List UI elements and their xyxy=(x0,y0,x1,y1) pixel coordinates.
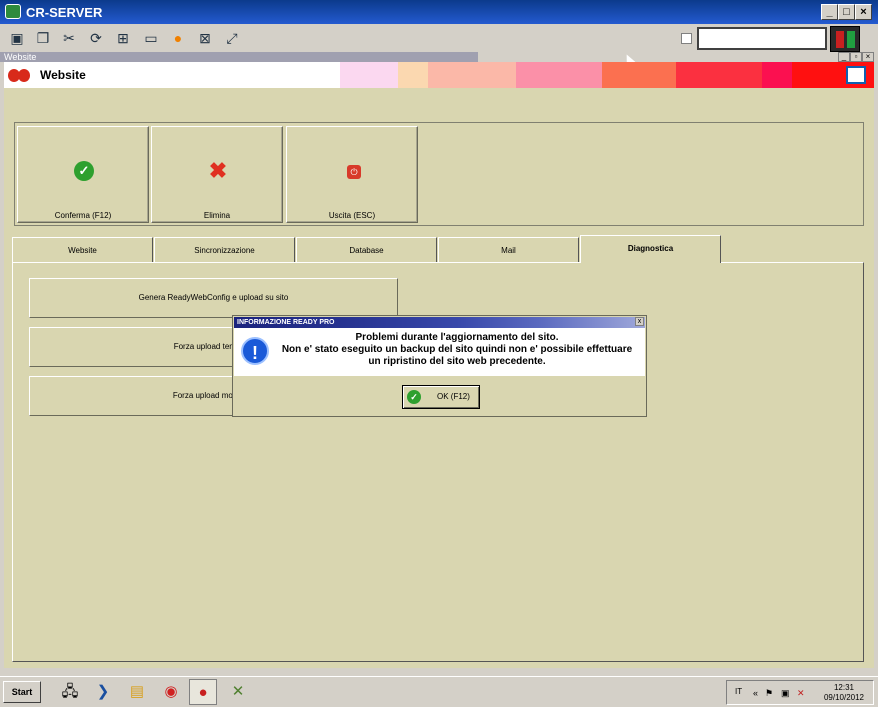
volume-muted-icon[interactable]: ✕ xyxy=(797,688,805,699)
tab-website[interactable]: Website xyxy=(12,237,153,262)
refresh-icon[interactable]: ⟳ xyxy=(85,27,107,49)
mdi-minimize-button[interactable]: _ xyxy=(838,52,850,62)
strawberry-logo-icon xyxy=(8,67,32,83)
exit-label: Uscita (ESC) xyxy=(328,211,376,220)
tools-icon[interactable]: ✂ xyxy=(58,27,80,49)
main-toolbar: ▣ ❐ ✂ ⟳ ⊞ ▭ ● ⊠ ⤢ xyxy=(0,24,878,52)
info-exclamation-icon: ! xyxy=(241,337,269,365)
window-title: CR-SERVER xyxy=(26,5,103,20)
genera-readywebconfig-button[interactable]: Genera ReadyWebConfig e upload su sito xyxy=(29,278,398,318)
mdi-strip xyxy=(0,52,878,62)
confirm-label: Conferma (F12) xyxy=(54,211,112,220)
mdi-restore-button[interactable]: ▫ xyxy=(850,52,862,62)
monitor-icon[interactable]: ▣ xyxy=(6,27,28,49)
language-indicator[interactable]: IT xyxy=(735,687,742,696)
delete-x-icon: ✖ xyxy=(208,158,228,183)
network-icon[interactable]: ▣ xyxy=(781,688,790,699)
website-header: Website xyxy=(4,62,874,88)
powershell-icon[interactable]: ❯ xyxy=(89,679,117,705)
explorer-icon[interactable]: ▤ xyxy=(123,679,151,705)
dialog-message: Problemi durante l'aggiornamento del sit… xyxy=(274,332,640,368)
strawberry-app-icon[interactable]: ● xyxy=(189,679,217,705)
taskbar: Start 🖧 ❯ ▤ ◉ ● ✕ IT « ⚑ ▣ ✕ 12:31 09/10… xyxy=(0,676,878,707)
info-dialog: INFORMAZIONE READY PRO x ! Problemi dura… xyxy=(232,315,647,417)
action-panel: ✓ Conferma (F12) ✖ Elimina ⏻ Uscita (ESC… xyxy=(14,122,864,226)
tab-mail[interactable]: Mail xyxy=(438,237,579,262)
close-button[interactable]: × xyxy=(855,4,872,20)
tray-chevron-icon[interactable]: « xyxy=(753,688,758,698)
flag-icon[interactable]: ⚑ xyxy=(765,688,773,699)
dialog-close-button[interactable]: x xyxy=(635,317,644,326)
clock-date: 09/10/2012 xyxy=(823,693,865,702)
ok-label: OK (F12) xyxy=(437,392,470,401)
dialog-body: ! Problemi durante l'aggiornamento del s… xyxy=(234,328,645,376)
network-tool-icon[interactable]: ✕ xyxy=(224,679,252,705)
dialog-message-line: Non e' stato eseguito un backup del sito… xyxy=(281,344,633,355)
network-error-icon[interactable]: ⊠ xyxy=(194,27,216,49)
windows-logo-icon[interactable]: ⊞ xyxy=(112,27,134,49)
tab-database[interactable]: Database xyxy=(296,237,437,262)
system-tray: IT « ⚑ ▣ ✕ 12:31 09/10/2012 xyxy=(726,680,874,705)
maximize-button[interactable]: □ xyxy=(838,4,855,20)
start-button[interactable]: Start xyxy=(3,681,41,703)
exit-button[interactable]: ⏻ Uscita (ESC) xyxy=(286,126,418,223)
tab-diagnostica[interactable]: Diagnostica xyxy=(580,235,721,263)
fullscreen-icon[interactable]: ⤢ xyxy=(221,27,243,49)
delete-button[interactable]: ✖ Elimina xyxy=(151,126,283,223)
delete-label: Elimina xyxy=(203,211,231,220)
dialog-ok-button[interactable]: ✓ OK (F12) xyxy=(402,385,480,409)
warning-icon[interactable]: ● xyxy=(167,27,189,49)
check-icon: ✓ xyxy=(407,390,421,404)
header-window-icon[interactable] xyxy=(846,66,866,84)
check-icon: ✓ xyxy=(74,161,94,181)
dialog-message-line: Problemi durante l'aggiornamento del sit… xyxy=(355,332,559,343)
drive-icon[interactable]: ▭ xyxy=(140,27,162,49)
dialog-message-line: un ripristino del sito web precedente. xyxy=(368,356,546,367)
clock-time: 12:31 xyxy=(833,683,855,692)
toolbar-checkbox[interactable] xyxy=(681,33,692,44)
session-switch-icon[interactable] xyxy=(830,26,860,52)
toolbar-input[interactable] xyxy=(697,27,827,50)
mdi-title: Website xyxy=(4,52,37,62)
chrome-icon[interactable]: ◉ xyxy=(157,679,185,705)
tab-sincronizzazione[interactable]: Sincronizzazione xyxy=(154,237,295,262)
mdi-close-button[interactable]: × xyxy=(862,52,874,62)
clock[interactable]: 12:31 09/10/2012 xyxy=(817,683,871,703)
windows-icon[interactable]: ❐ xyxy=(32,27,54,49)
app-icon xyxy=(5,4,21,19)
exit-icon: ⏻ xyxy=(347,165,361,179)
minimize-button[interactable]: _ xyxy=(821,4,838,20)
dialog-title: INFORMAZIONE READY PRO xyxy=(234,317,645,328)
server-manager-icon[interactable]: 🖧 xyxy=(56,679,84,705)
window-titlebar: CR-SERVER _ □ × xyxy=(0,0,878,24)
confirm-button[interactable]: ✓ Conferma (F12) xyxy=(17,126,149,223)
header-title: Website xyxy=(40,68,86,82)
